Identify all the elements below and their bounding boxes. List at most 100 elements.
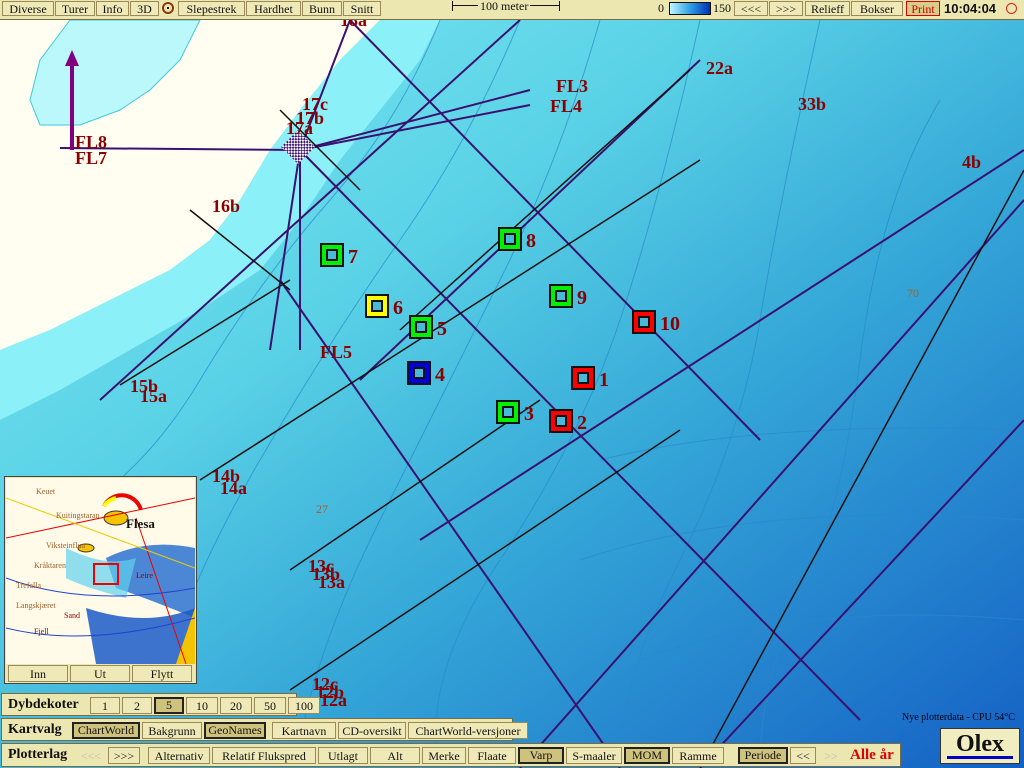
plotterlag-option-ramme[interactable]: Ramme bbox=[672, 747, 724, 764]
mark-label: 2 bbox=[577, 412, 587, 434]
minimap-place-name: Fjell bbox=[34, 627, 49, 636]
mark-inner bbox=[504, 233, 516, 245]
plotterlag-option-merke[interactable]: Merke bbox=[422, 747, 466, 764]
mark-label: 10 bbox=[660, 313, 680, 335]
menu-snitt[interactable]: Snitt bbox=[343, 1, 381, 16]
dybdekoter-option-20[interactable]: 20 bbox=[220, 697, 252, 714]
bokser-button[interactable]: Bokser bbox=[851, 1, 903, 16]
menu-hardhet[interactable]: Hardhet bbox=[246, 1, 301, 16]
period-prev-button[interactable]: << bbox=[790, 747, 816, 764]
nav-forward-button[interactable]: >>> bbox=[769, 1, 803, 16]
plotterlag-option-periode[interactable]: Periode bbox=[738, 747, 788, 764]
move-button[interactable]: Flytt bbox=[132, 665, 192, 682]
menu-diverse[interactable]: Diverse bbox=[2, 1, 54, 16]
mark-label: 3 bbox=[524, 403, 534, 425]
minimap-place-name: Langskjæret bbox=[16, 601, 56, 610]
plotterlag-panel: Plotterlag <<< >>> Alternativ Relatif Flu… bbox=[1, 743, 901, 767]
minimap-place-name: Keuet bbox=[36, 487, 56, 496]
dybdekoter-option-50[interactable]: 50 bbox=[254, 697, 286, 714]
gear-label[interactable]: 12a bbox=[320, 690, 347, 711]
kartvalg-option-cd-oversikt[interactable]: CD-oversikt bbox=[338, 722, 406, 739]
plotterlag-prev-button[interactable]: <<< bbox=[76, 747, 106, 764]
minimap-place-name: Kråktaren bbox=[34, 561, 66, 570]
minimap-place-name: Sand bbox=[64, 611, 80, 620]
kartvalg-option-bakgrunn[interactable]: Bakgrunn bbox=[142, 722, 202, 739]
mark-inner bbox=[371, 300, 383, 312]
logo-underline bbox=[947, 756, 1013, 759]
sun-icon[interactable] bbox=[1006, 3, 1017, 14]
nav-back-button[interactable]: <<< bbox=[734, 1, 768, 16]
depth-min-label: 0 bbox=[658, 1, 664, 15]
minimap-place-name: Flesa bbox=[126, 516, 155, 531]
period-next-button[interactable]: >> bbox=[818, 747, 844, 764]
gear-label[interactable]: FL5 bbox=[320, 342, 352, 363]
plotterlag-label: Plotterlag bbox=[8, 747, 68, 762]
mark-inner bbox=[638, 316, 650, 328]
plotterlag-option-relatif-flukspred[interactable]: Relatif Flukspred bbox=[212, 747, 316, 764]
kartvalg-panel: Kartvalg ChartWorld Bakgrunn GeoNames Kartn… bbox=[1, 718, 528, 741]
zoom-out-button[interactable]: Ut bbox=[70, 665, 130, 682]
plotterlag-option-varp[interactable]: Varp bbox=[518, 747, 564, 764]
target-circle-icon[interactable] bbox=[162, 2, 174, 14]
scale-bar-tick bbox=[452, 1, 453, 11]
minimap-canvas[interactable]: Flesa Keuet Kuitingstaran Viksteinflua K… bbox=[6, 478, 195, 664]
gear-label[interactable]: 15a bbox=[140, 386, 167, 407]
plotterlag-option-flaate[interactable]: Flaate bbox=[468, 747, 516, 764]
menu-slepestrek[interactable]: Slepestrek bbox=[178, 1, 245, 16]
kartvalg-label: Kartvalg bbox=[8, 722, 62, 737]
minimap-place-name: Viksteinflua bbox=[46, 541, 86, 550]
gear-label[interactable]: FL4 bbox=[550, 96, 582, 117]
mark-inner bbox=[326, 249, 338, 261]
plotterlag-option-mom[interactable]: MOM bbox=[624, 747, 670, 764]
plotterlag-next-button[interactable]: >>> bbox=[108, 747, 140, 764]
dybdekoter-option-100[interactable]: 100 bbox=[288, 697, 320, 714]
olex-logo[interactable]: Olex bbox=[940, 728, 1020, 764]
period-value: Alle år bbox=[850, 747, 894, 763]
mark-label: 9 bbox=[577, 287, 587, 309]
menu-3d[interactable]: 3D bbox=[130, 1, 159, 16]
kartvalg-option-kartnavn[interactable]: Kartnavn bbox=[272, 722, 336, 739]
mark-inner bbox=[413, 367, 425, 379]
gear-label[interactable]: 4b bbox=[962, 152, 981, 173]
relieff-button[interactable]: Relieff bbox=[805, 1, 850, 16]
dybdekoter-option-1[interactable]: 1 bbox=[90, 697, 120, 714]
menu-bunn[interactable]: Bunn bbox=[302, 1, 342, 16]
plotterlag-option-alternativ[interactable]: Alternativ bbox=[148, 747, 210, 764]
print-button[interactable]: Print bbox=[906, 1, 940, 16]
kartvalg-option-chartworld-versjoner[interactable]: ChartWorld-versjoner bbox=[408, 722, 528, 739]
depth-label: 70 bbox=[907, 286, 919, 300]
gear-label[interactable]: FL7 bbox=[75, 148, 107, 169]
mark-inner bbox=[415, 321, 427, 333]
plotterlag-option-alt[interactable]: Alt bbox=[370, 747, 420, 764]
top-toolbar: Diverse Turer Info 3D Slepestrek Hardhet… bbox=[0, 0, 1024, 20]
gear-label[interactable]: 16b bbox=[212, 196, 240, 217]
mark-label: 6 bbox=[393, 297, 403, 319]
depth-label: 27 bbox=[316, 502, 328, 516]
mark-label: 1 bbox=[599, 369, 609, 391]
gear-label[interactable]: 14a bbox=[220, 478, 247, 499]
menu-turer[interactable]: Turer bbox=[55, 1, 95, 16]
dybdekoter-option-10[interactable]: 10 bbox=[186, 697, 218, 714]
gear-label[interactable]: 17a bbox=[286, 118, 313, 139]
depth-max-label: 150 bbox=[713, 1, 731, 15]
overview-minimap[interactable]: Flesa Keuet Kuitingstaran Viksteinflua K… bbox=[4, 476, 197, 684]
kartvalg-option-geonames[interactable]: GeoNames bbox=[204, 722, 266, 739]
mark-label: 5 bbox=[437, 318, 447, 340]
dybdekoter-option-5[interactable]: 5 bbox=[154, 697, 184, 714]
plotterlag-option-utlagt[interactable]: Utlagt bbox=[318, 747, 368, 764]
gear-label[interactable]: 33b bbox=[798, 94, 826, 115]
gear-label[interactable]: 22a bbox=[706, 58, 733, 79]
clock: 10:04:04 bbox=[944, 1, 997, 16]
mark-inner bbox=[502, 406, 514, 418]
scale-label: 100 meter bbox=[478, 0, 531, 14]
dybdekoter-option-2[interactable]: 2 bbox=[122, 697, 152, 714]
gear-label[interactable]: 13a bbox=[318, 572, 345, 593]
kartvalg-option-chartworld[interactable]: ChartWorld bbox=[72, 722, 140, 739]
gear-label[interactable]: FL3 bbox=[556, 76, 588, 97]
depth-colorbar bbox=[669, 2, 711, 15]
mark-inner bbox=[555, 290, 567, 302]
menu-info[interactable]: Info bbox=[96, 1, 129, 16]
zoom-in-button[interactable]: Inn bbox=[8, 665, 68, 682]
minimap-place-name: Trefalla bbox=[16, 581, 41, 590]
plotterlag-option-s-maaler[interactable]: S-maaler bbox=[566, 747, 622, 764]
